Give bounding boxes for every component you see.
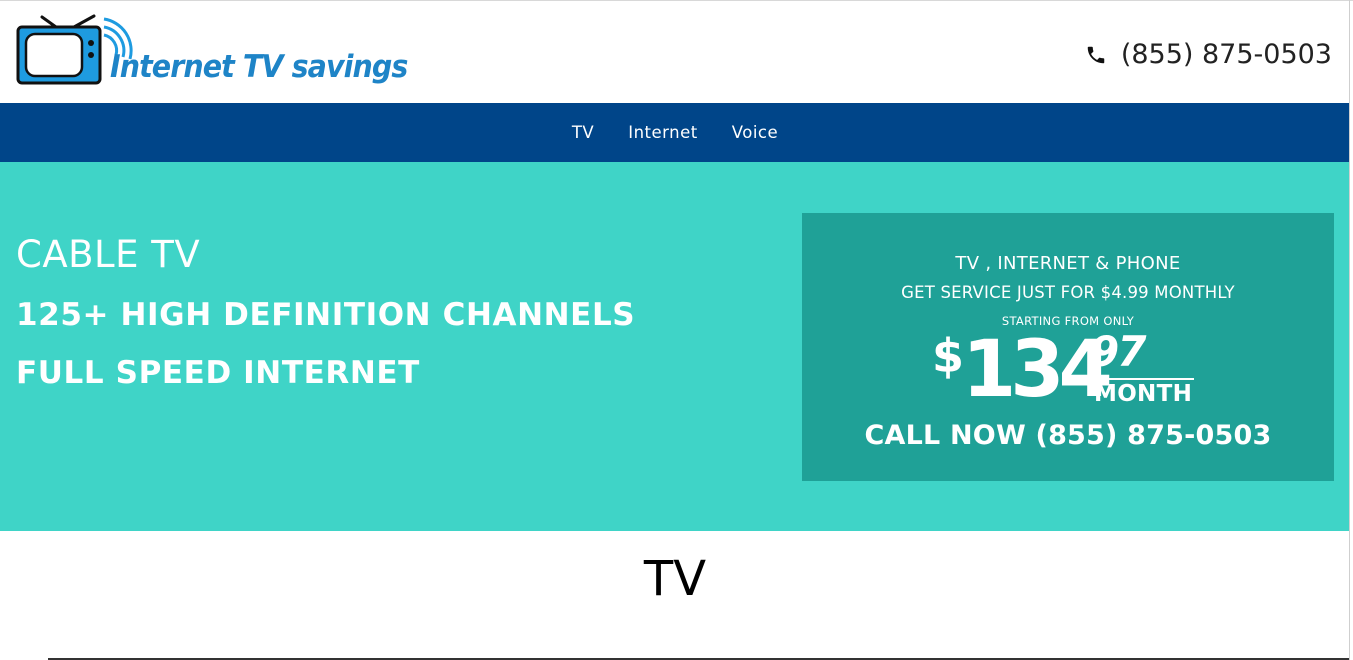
- nav-item-voice[interactable]: Voice: [732, 123, 778, 142]
- hero-channels-text: 125+ HIGH DEFINITION CHANNELS: [16, 297, 636, 333]
- phone-icon: [1087, 46, 1105, 63]
- price-divider: [1094, 378, 1194, 380]
- call-now-link[interactable]: CALL NOW (855) 875-0503: [802, 420, 1334, 451]
- hero-title: CABLE TV: [16, 233, 201, 276]
- header-phone-number: (855) 875-0503: [1120, 39, 1332, 70]
- nav-item-tv[interactable]: TV: [572, 123, 594, 142]
- offer-headline: TV , INTERNET & PHONE: [955, 253, 1181, 274]
- price-main: 134: [962, 325, 1113, 415]
- price-unit: MONTH: [1094, 381, 1193, 407]
- nav-item-internet[interactable]: Internet: [628, 123, 698, 142]
- main-nav: TV Internet Voice: [0, 103, 1350, 162]
- section-title: TV: [643, 551, 707, 607]
- page-right-border: [1349, 0, 1350, 660]
- offer-subheadline: GET SERVICE JUST FOR $4.99 MONTHLY: [901, 283, 1235, 302]
- price-currency: $: [932, 329, 965, 383]
- site-header: Internet TV savings (855) 875-0503: [0, 1, 1350, 103]
- page: Internet TV savings (855) 875-0503 TV In…: [0, 0, 1353, 660]
- price-cents: 97: [1090, 327, 1146, 376]
- offer-price: $ 134 97 MONTH: [932, 325, 1212, 415]
- hero-internet-text: FULL SPEED INTERNET: [16, 355, 420, 391]
- header-phone-link[interactable]: (855) 875-0503: [1085, 39, 1332, 70]
- hero-banner: CABLE TV 125+ HIGH DEFINITION CHANNELS F…: [0, 162, 1350, 531]
- logo-text: Internet TV savings: [110, 49, 408, 85]
- site-logo-link[interactable]: Internet TV savings: [16, 13, 416, 93]
- offer-box: TV , INTERNET & PHONE GET SERVICE JUST F…: [802, 213, 1334, 481]
